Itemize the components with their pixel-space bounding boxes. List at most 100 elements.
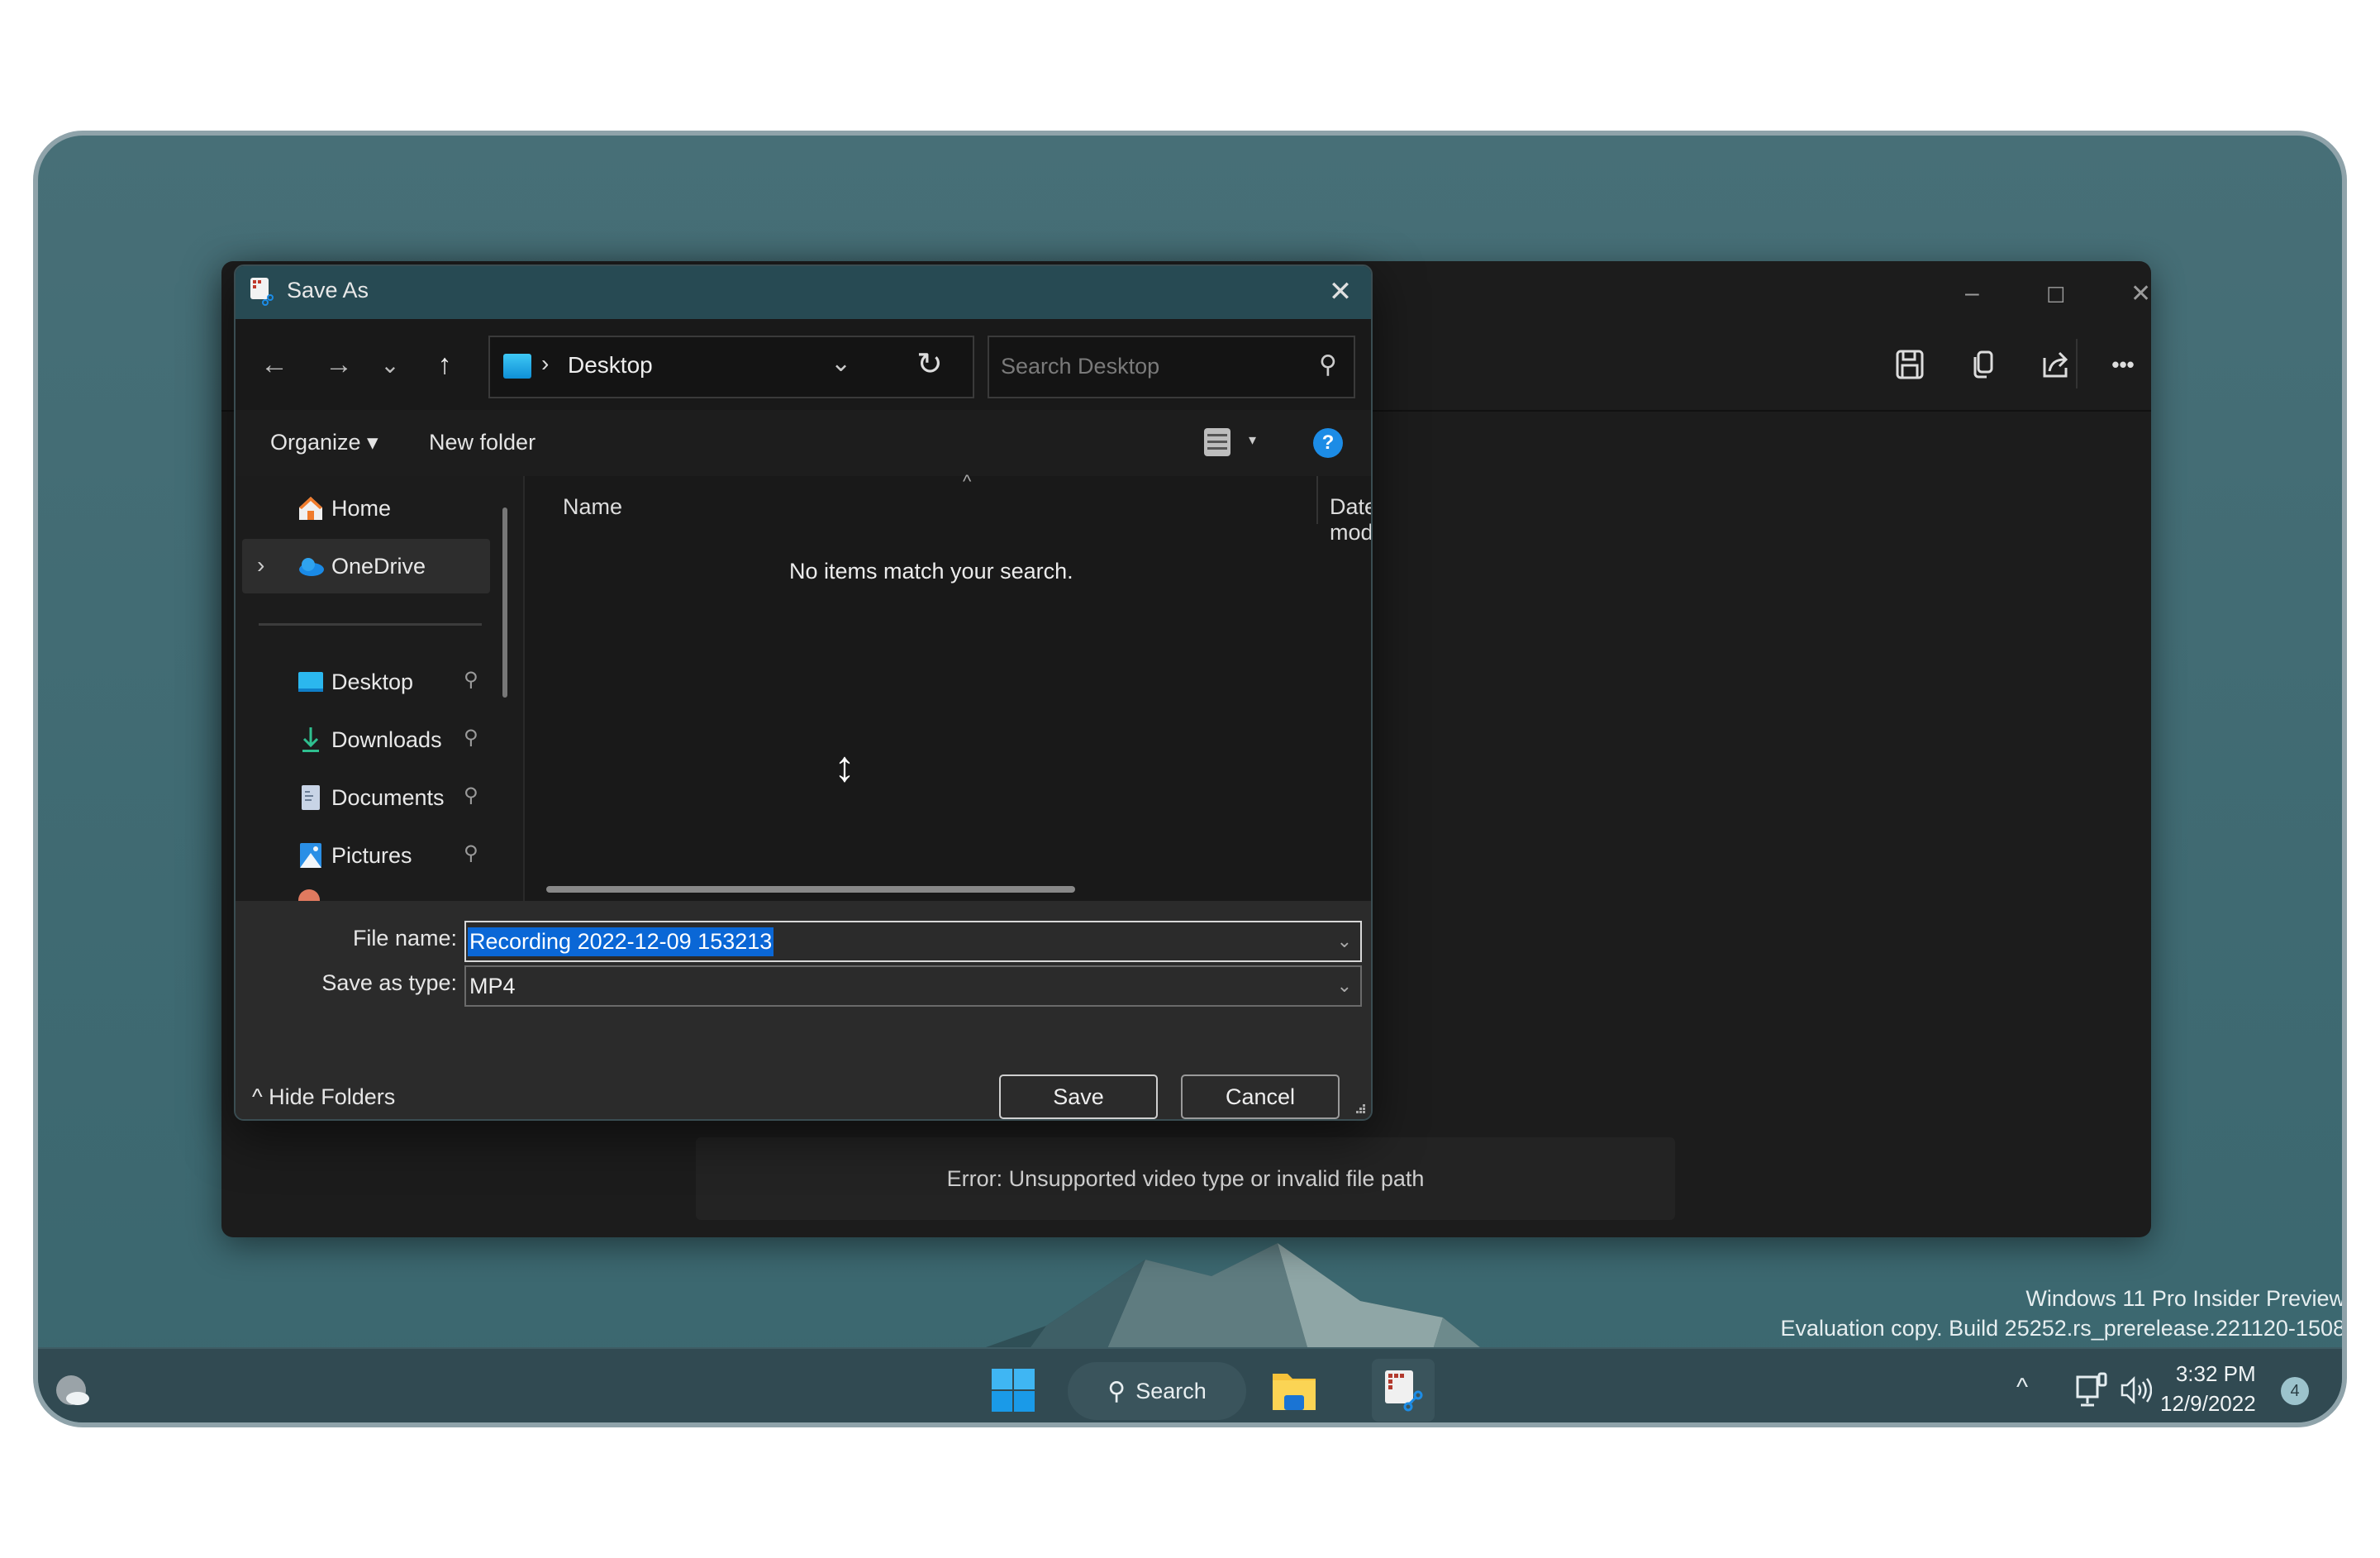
- column-header-name[interactable]: Name: [563, 494, 622, 520]
- back-button[interactable]: ←: [254, 344, 295, 385]
- weather-widget-icon[interactable]: [53, 1372, 94, 1413]
- pin-icon: ⚲: [464, 784, 478, 807]
- up-button[interactable]: ↑: [424, 344, 465, 385]
- address-bar[interactable]: › Desktop ⌄ ↻: [488, 336, 974, 398]
- search-icon[interactable]: ⚲: [1319, 350, 1337, 379]
- resize-grip-icon[interactable]: [1354, 1103, 1366, 1114]
- nav-item-label: Desktop: [331, 669, 414, 694]
- running-indicator: [1393, 1423, 1413, 1427]
- notification-badge[interactable]: 4: [2281, 1377, 2309, 1405]
- hide-folders-button[interactable]: ^ Hide Folders: [252, 1084, 395, 1110]
- volume-icon[interactable]: [2119, 1375, 2152, 1405]
- show-hidden-icons-button[interactable]: ^: [2016, 1374, 2028, 1402]
- navigation-bar: ← → ⌄ ↑ › Desktop ⌄ ↻ Search Desktop ⚲: [236, 319, 1371, 410]
- change-view-button[interactable]: ▾: [1202, 425, 1269, 463]
- pin-icon: ⚲: [464, 842, 478, 865]
- share-icon: [2043, 351, 2068, 378]
- nav-item-downloads[interactable]: Downloads ⚲: [242, 712, 490, 767]
- file-list: ^ Name Date modified No items match your…: [525, 471, 1371, 901]
- copy-button[interactable]: [1962, 344, 2003, 385]
- share-button[interactable]: [2035, 344, 2076, 385]
- taskbar-search-button[interactable]: ⚲ Search: [1068, 1362, 1246, 1420]
- nav-item-label: OneDrive: [331, 554, 426, 579]
- snipping-tool-icon: [250, 278, 274, 306]
- column-header-date-modified[interactable]: Date modified: [1330, 494, 1371, 546]
- save-icon: [1896, 350, 1924, 379]
- minimize-button[interactable]: –: [1965, 279, 1979, 307]
- dialog-close-button[interactable]: ✕: [1321, 273, 1359, 311]
- file-explorer-icon: [1273, 1374, 1316, 1410]
- organize-button[interactable]: Organize ▾: [270, 430, 378, 455]
- file-name-value: Recording 2022-12-09 153213: [468, 927, 774, 956]
- network-icon[interactable]: [2076, 1372, 2109, 1408]
- details-view-icon: [1204, 428, 1230, 456]
- search-icon: ⚲: [1107, 1377, 1126, 1405]
- nav-divider: [259, 623, 482, 626]
- search-input[interactable]: Search Desktop: [1001, 354, 1159, 379]
- nav-item-pictures[interactable]: Pictures ⚲: [242, 828, 490, 883]
- resize-cursor-icon: ↕: [834, 743, 855, 791]
- more-icon: •••: [2111, 351, 2135, 377]
- window-close-button[interactable]: ✕: [2130, 279, 2151, 308]
- sort-ascending-icon: ^: [963, 471, 972, 492]
- taskbar-search-label: Search: [1135, 1378, 1207, 1403]
- nav-item-home[interactable]: Home: [242, 481, 490, 536]
- snipping-tool-icon: [1385, 1370, 1423, 1412]
- desktop-screen: Windows 11 Pro Insider Preview Evaluatio…: [33, 131, 2347, 1427]
- nav-item-label: Documents: [331, 785, 445, 810]
- empty-results-message: No items match your search.: [789, 559, 1073, 584]
- navigation-pane: Home › OneDrive Desktop ⚲ Downloads ⚲ Do…: [236, 476, 523, 901]
- user-folder-icon: [298, 889, 320, 901]
- nav-item-label: Pictures: [331, 843, 412, 868]
- breadcrumb-desktop[interactable]: Desktop: [568, 352, 653, 379]
- save-type-select[interactable]: MP4 ⌄: [464, 965, 1362, 1007]
- nav-pane-scrollbar[interactable]: [502, 507, 507, 698]
- address-dropdown-button[interactable]: ⌄: [831, 349, 851, 378]
- nav-item-documents[interactable]: Documents ⚲: [242, 770, 490, 825]
- windows-logo-icon: [992, 1369, 1035, 1412]
- column-divider[interactable]: [1316, 476, 1318, 524]
- desktop-folder-icon: [503, 354, 531, 379]
- toolbar-separator: [2076, 339, 2078, 388]
- more-options-button[interactable]: •••: [2102, 344, 2144, 385]
- search-box[interactable]: Search Desktop ⚲: [988, 336, 1355, 398]
- recent-locations-button[interactable]: ⌄: [369, 344, 411, 385]
- taskbar: ⚲ Search ^ 3:32 PM 12/9/2022 4: [38, 1347, 2342, 1422]
- file-name-dropdown-icon[interactable]: ⌄: [1337, 931, 1352, 952]
- error-message: Error: Unsupported video type or invalid…: [696, 1137, 1675, 1220]
- nav-item-onedrive[interactable]: › OneDrive: [242, 539, 490, 593]
- file-name-input[interactable]: Recording 2022-12-09 153213 ⌄: [464, 921, 1362, 962]
- pictures-icon: [300, 843, 321, 868]
- home-icon: [299, 497, 322, 520]
- snipping-tool-taskbar-button[interactable]: [1372, 1359, 1435, 1422]
- copy-icon: [1973, 350, 1993, 379]
- horizontal-scrollbar[interactable]: [546, 886, 1075, 893]
- clock[interactable]: 3:32 PM 12/9/2022: [2160, 1359, 2256, 1418]
- downloads-icon: [302, 727, 319, 752]
- refresh-button[interactable]: ↻: [916, 345, 943, 383]
- save-button[interactable]: Save: [999, 1074, 1158, 1119]
- dialog-title-bar: Save As ✕: [236, 266, 1371, 319]
- desktop-folder-icon: [298, 672, 323, 692]
- nav-item-desktop[interactable]: Desktop ⚲: [242, 655, 490, 709]
- expand-chevron-icon[interactable]: ›: [257, 552, 264, 579]
- file-explorer-button[interactable]: [1269, 1365, 1319, 1415]
- documents-icon: [302, 785, 320, 810]
- watermark-build: Evaluation copy. Build 25252.rs_prerelea…: [1780, 1316, 2345, 1341]
- cancel-button[interactable]: Cancel: [1181, 1074, 1340, 1119]
- save-as-dialog: Save As ✕ ← → ⌄ ↑ › Desktop ⌄ ↻ Search D…: [234, 264, 1373, 1121]
- save-type-dropdown-icon[interactable]: ⌄: [1337, 975, 1352, 997]
- help-button[interactable]: ?: [1313, 428, 1343, 458]
- save-type-value: MP4: [469, 974, 516, 998]
- pin-icon: ⚲: [464, 669, 478, 691]
- dialog-title: Save As: [287, 278, 369, 303]
- clock-time: 3:32 PM: [2175, 1361, 2256, 1386]
- start-button[interactable]: [990, 1367, 1036, 1413]
- maximize-button[interactable]: ☐: [2046, 283, 2065, 308]
- view-dropdown-icon: ▾: [1249, 431, 1257, 448]
- nav-item-label: Home: [331, 496, 392, 521]
- save-button[interactable]: [1889, 344, 1930, 385]
- forward-button[interactable]: →: [318, 344, 359, 385]
- onedrive-icon: [299, 558, 324, 576]
- new-folder-button[interactable]: New folder: [429, 430, 536, 455]
